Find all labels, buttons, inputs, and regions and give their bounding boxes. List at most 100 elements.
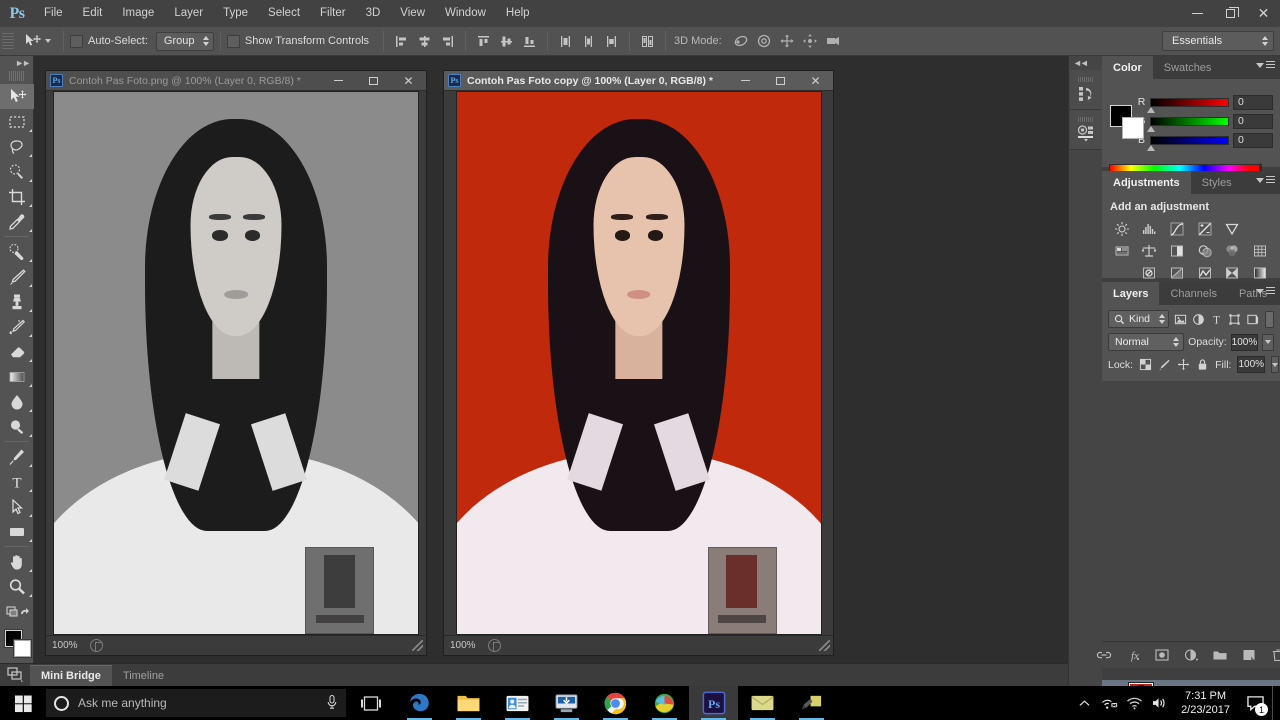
selective-color-icon[interactable] (1220, 263, 1246, 282)
new-layer-icon[interactable] (1241, 647, 1257, 664)
google-chrome-icon[interactable] (591, 686, 640, 720)
document-window-1[interactable]: Ps Contoh Pas Foto.png @ 100% (Layer 0, … (45, 70, 427, 656)
restore-button[interactable] (1214, 0, 1247, 27)
delete-layer-icon[interactable] (1270, 647, 1280, 664)
dock-expand-button[interactable]: ◄◄ (1069, 56, 1102, 70)
filter-smart-object-icon[interactable] (1245, 311, 1259, 328)
tab-styles[interactable]: Styles (1190, 171, 1243, 194)
tool-clone-stamp[interactable] (0, 289, 34, 314)
task-view-icon[interactable] (346, 686, 395, 720)
new-group-icon[interactable] (1212, 647, 1228, 664)
document-2-canvas[interactable] (444, 91, 833, 635)
show-transform-controls-checkbox[interactable] (226, 34, 240, 48)
gradient-map-icon[interactable] (1247, 263, 1273, 282)
tool-hand[interactable] (0, 549, 34, 574)
3d-slide-button[interactable] (799, 31, 822, 52)
filter-pixel-icon[interactable] (1173, 311, 1187, 328)
menu-layer[interactable]: Layer (164, 0, 213, 27)
tool-eyedropper[interactable] (0, 209, 34, 234)
tool-rectangular-marquee[interactable] (0, 109, 34, 134)
tool-lasso[interactable] (0, 134, 34, 159)
tool-horizontal-type[interactable]: T (0, 469, 34, 494)
tab-mini-bridge[interactable]: Mini Bridge (30, 665, 112, 686)
layers-panel-menu-button[interactable] (1256, 287, 1275, 295)
color-balance-icon[interactable] (1137, 241, 1163, 260)
auto-select-checkbox[interactable] (70, 34, 83, 48)
tool-move[interactable] (0, 84, 34, 109)
distribute-top-edges-button[interactable] (554, 31, 577, 52)
fill-value[interactable]: 100% (1237, 356, 1266, 373)
lock-position-icon[interactable] (1177, 357, 1190, 372)
document-info-icon[interactable] (90, 639, 103, 652)
auto-select-scope-dropdown[interactable]: Group (155, 31, 214, 51)
channel-b-slider[interactable] (1147, 135, 1229, 151)
chevron-up-icon[interactable] (1072, 686, 1097, 720)
search-input[interactable]: Ask me anything (46, 689, 346, 717)
lock-transparent-pixels-icon[interactable] (1139, 357, 1152, 372)
taskbar-clock[interactable]: 7:31 PM 2/23/2017 (1172, 686, 1239, 720)
channel-b-value[interactable]: 0 (1233, 132, 1273, 148)
add-layer-style-icon[interactable]: fx (1125, 647, 1141, 664)
idm-downloader-icon[interactable] (640, 686, 689, 720)
exposure-icon[interactable] (1192, 219, 1218, 238)
filter-type-icon[interactable]: T (1209, 311, 1223, 328)
fill-dropdown-button[interactable] (1271, 356, 1280, 373)
filter-shape-icon[interactable] (1227, 311, 1241, 328)
document-2-title-bar[interactable]: Ps Contoh Pas Foto copy @ 100% (Layer 0,… (444, 71, 833, 91)
document-2-minimize-button[interactable] (728, 71, 763, 91)
history-panel-button[interactable] (1069, 70, 1102, 110)
layer-filter-kind-dropdown[interactable]: Kind (1108, 310, 1169, 328)
microsoft-edge-icon[interactable] (395, 686, 444, 720)
menu-image[interactable]: Image (112, 0, 164, 27)
channel-g-value[interactable]: 0 (1233, 113, 1273, 129)
menu-select[interactable]: Select (258, 0, 310, 27)
document-1-minimize-button[interactable] (321, 71, 356, 91)
tab-adjustments[interactable]: Adjustments (1102, 171, 1191, 194)
menu-file[interactable]: File (34, 0, 73, 27)
levels-icon[interactable] (1137, 219, 1163, 238)
document-1-maximize-button[interactable] (356, 71, 391, 91)
link-layers-icon[interactable] (1096, 647, 1112, 664)
tool-spot-healing-brush[interactable] (0, 239, 34, 264)
document-2-zoom-level[interactable]: 100% (450, 640, 480, 651)
tab-color[interactable]: Color (1102, 56, 1153, 79)
volume-icon[interactable] (1147, 686, 1172, 720)
color-panel-menu-button[interactable] (1256, 61, 1275, 69)
tool-edit-in-quick-mask-toggle-top[interactable] (0, 599, 34, 624)
tool-pen[interactable] (0, 444, 34, 469)
channel-g-slider[interactable] (1147, 116, 1229, 132)
toolbox-grip[interactable] (8, 71, 25, 81)
invert-icon[interactable] (1137, 263, 1163, 282)
distribute-vertical-centers-button[interactable] (577, 31, 600, 52)
document-2-close-button[interactable]: ✕ (798, 71, 833, 91)
document-1-zoom-level[interactable]: 100% (52, 640, 82, 651)
menu-filter[interactable]: Filter (310, 0, 356, 27)
document-window-2[interactable]: Ps Contoh Pas Foto copy @ 100% (Layer 0,… (443, 70, 834, 656)
adjustments-panel-menu-button[interactable] (1256, 176, 1275, 184)
menu-view[interactable]: View (390, 0, 435, 27)
menu-edit[interactable]: Edit (73, 0, 113, 27)
document-1-resize-grip[interactable] (412, 640, 423, 651)
auto-align-layers-button[interactable] (636, 31, 659, 52)
opacity-value[interactable]: 100% (1230, 333, 1259, 351)
filter-adjustment-icon[interactable] (1191, 311, 1205, 328)
tab-timeline[interactable]: Timeline (111, 665, 176, 686)
document-1-canvas[interactable] (46, 91, 426, 635)
document-1-close-button[interactable]: ✕ (391, 71, 426, 91)
workspace-switcher[interactable]: Essentials (1162, 31, 1274, 51)
3d-roll-button[interactable] (753, 31, 776, 52)
new-fill-adjustment-layer-icon[interactable] (1183, 647, 1199, 664)
layer-filter-toggle[interactable] (1265, 310, 1275, 328)
action-center-button[interactable]: 1 (1239, 686, 1272, 720)
current-tool-preset-picker[interactable] (14, 31, 57, 51)
brightness-contrast-icon[interactable] (1109, 219, 1135, 238)
tool-crop[interactable] (0, 184, 34, 209)
black-white-icon[interactable] (1164, 241, 1190, 260)
properties-panel-button[interactable] (1069, 110, 1102, 150)
vibrance-icon[interactable] (1220, 219, 1246, 238)
contacts-app-icon[interactable] (493, 686, 542, 720)
options-bar-grip[interactable] (2, 33, 14, 49)
3d-pan-button[interactable] (776, 31, 799, 52)
tool-path-selection[interactable] (0, 494, 34, 519)
tool-rectangle[interactable] (0, 519, 34, 544)
